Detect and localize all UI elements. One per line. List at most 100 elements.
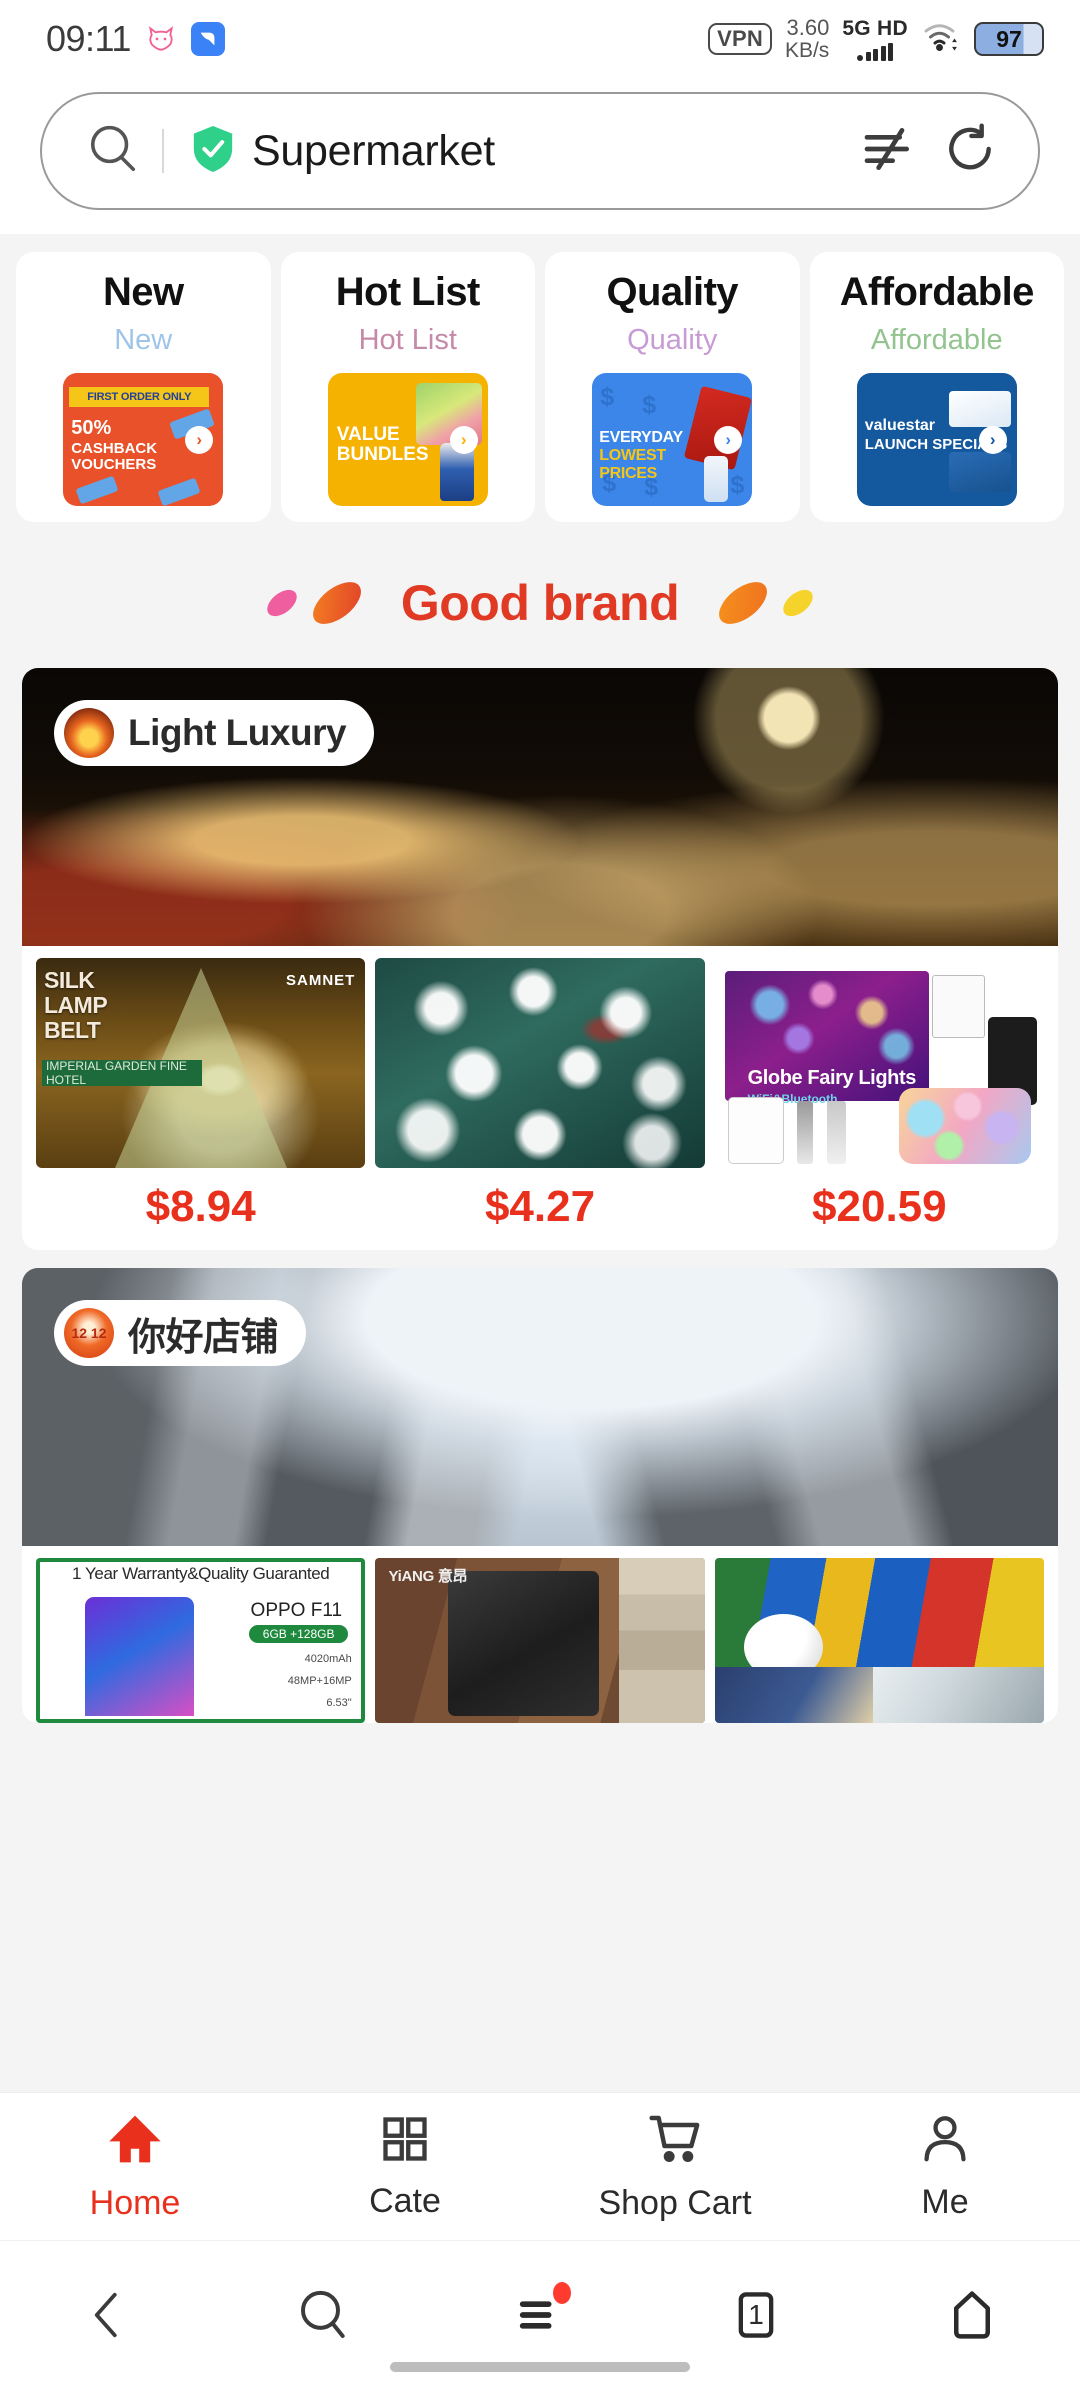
promo-line1: 50% <box>71 417 112 439</box>
store-card-nihao[interactable]: 12 12 你好店铺 1 Year Warranty&Quality Guara… <box>22 1268 1058 1723</box>
category-promo-image: valuestar LAUNCH SPECIALS › <box>856 373 1017 506</box>
status-bar-left: 09:11 <box>46 18 225 60</box>
category-subtitle: Quality <box>627 324 718 356</box>
net-speed-value: 3.60 <box>786 15 830 41</box>
product-image <box>375 958 705 1168</box>
search-bar[interactable]: Supermarket <box>40 92 1040 210</box>
product-brand-text: YiANG 意昂 <box>388 1567 468 1585</box>
net-speed-unit: KB/s <box>784 38 830 62</box>
filter-lines-icon[interactable] <box>860 121 916 182</box>
nav-tabs-button[interactable]: 1 <box>701 2270 811 2360</box>
product-row: SILK LAMP BELT SAMNET IMPERIAL GARDEN FI… <box>22 946 1058 1250</box>
search-divider <box>162 129 164 173</box>
promo-arrow-icon[interactable]: › <box>978 425 1007 454</box>
category-promo-image: $ $ $ $ $ EVERYDAY LOWEST PRICES › <box>592 373 753 506</box>
nav-menu-button[interactable] <box>485 2270 595 2360</box>
product-spec2: 48MP+16MP <box>287 1675 352 1688</box>
promo-arrow-icon[interactable]: › <box>449 425 478 454</box>
product-price: $20.59 <box>812 1182 947 1231</box>
vpn-badge: VPN <box>708 23 772 55</box>
bluebird-app-icon <box>190 22 225 56</box>
status-time: 09:11 <box>46 18 131 59</box>
tab-label: Me <box>921 2182 969 2221</box>
battery-indicator: 97 <box>974 22 1044 56</box>
network-type-label: 5G HD <box>842 17 908 40</box>
category-card-quality[interactable]: Quality Quality $ $ $ $ $ EVERYDAY LOWES… <box>545 252 800 522</box>
decor-ellipse-yellow-icon <box>778 584 818 622</box>
product-name-text: Globe Fairy Lights <box>747 1067 917 1090</box>
cat-notification-icon <box>145 23 177 55</box>
category-title: Affordable <box>839 270 1035 314</box>
product-item[interactable] <box>714 1558 1044 1723</box>
store-banner[interactable]: Light Luxury <box>22 668 1058 946</box>
store-banner[interactable]: 12 12 你好店铺 <box>22 1268 1058 1546</box>
refresh-icon[interactable] <box>942 121 998 182</box>
green-shield-check-icon <box>190 124 236 179</box>
tab-shop-cart[interactable]: Shop Cart <box>540 2111 810 2223</box>
promo-line1: EVERYDAY <box>599 429 683 446</box>
product-item[interactable]: $4.27 <box>375 958 705 1250</box>
category-title: Quality <box>606 270 739 314</box>
cart-icon <box>647 2111 703 2172</box>
category-subtitle: Hot List <box>358 324 457 356</box>
good-brand-section-header: Good brand <box>0 522 1080 668</box>
store-name-chip[interactable]: Light Luxury <box>54 700 375 766</box>
nav-home-button[interactable] <box>917 2270 1027 2360</box>
cellular-signal: 5G HD <box>842 17 908 61</box>
product-item[interactable]: 1 Year Warranty&Quality Guaranted OPPO F… <box>36 1558 366 1723</box>
nav-tabs-count: 1 <box>748 2298 764 2330</box>
store-name: 你好店铺 <box>128 1316 279 1359</box>
tab-cate[interactable]: Cate <box>270 2113 540 2221</box>
status-bar: 09:11 VPN 3.60 KB/s 5G HD 97 <box>0 0 1080 78</box>
category-card-hot-list[interactable]: Hot List Hot List VALUE BUNDLES › <box>280 252 535 522</box>
tab-label: Shop Cart <box>598 2183 752 2222</box>
signal-bars-icon <box>857 43 894 61</box>
nav-back-button[interactable] <box>53 2270 163 2360</box>
section-title: Good brand <box>400 575 680 631</box>
promo-arrow-icon[interactable]: › <box>185 425 214 454</box>
search-icon[interactable] <box>86 122 140 181</box>
tab-me[interactable]: Me <box>810 2112 1080 2222</box>
gesture-bar <box>390 2362 690 2372</box>
store-name-chip[interactable]: 12 12 你好店铺 <box>54 1300 307 1366</box>
product-brand-text: SAMNET <box>285 972 356 989</box>
product-price: $8.94 <box>145 1182 256 1231</box>
category-card-row: New New FIRST ORDER ONLY 50% CASHBACK VO… <box>0 234 1080 522</box>
search-bar-container: Supermarket <box>0 78 1080 234</box>
nav-search-button[interactable] <box>269 2270 379 2360</box>
product-price: $4.27 <box>484 1182 596 1231</box>
category-subtitle: Affordable <box>870 324 1003 356</box>
person-icon <box>918 2112 972 2171</box>
store-avatar: 12 12 <box>64 1308 114 1358</box>
product-storage-text: 6GB +128GB <box>248 1624 349 1643</box>
grid-icon <box>379 2113 431 2170</box>
promo-line2: LOWEST <box>599 447 666 464</box>
tab-label: Cate <box>369 2181 441 2220</box>
bottom-tab-bar: Home Cate Shop Cart Me <box>0 2092 1080 2240</box>
category-card-affordable[interactable]: Affordable Affordable valuestar LAUNCH S… <box>809 252 1064 522</box>
promo-ribbon-text: FIRST ORDER ONLY <box>69 387 210 407</box>
product-image: SILK LAMP BELT SAMNET IMPERIAL GARDEN FI… <box>36 958 366 1168</box>
menu-notification-badge-icon <box>553 2281 571 2304</box>
product-item[interactable]: YiANG 意昂 <box>375 1558 705 1723</box>
store-card-light-luxury[interactable]: Light Luxury SILK LAMP BELT SAMNET IMPER… <box>22 668 1058 1250</box>
category-title: Hot List <box>335 270 481 314</box>
search-query-text[interactable]: Supermarket <box>252 127 834 176</box>
category-promo-image: FIRST ORDER ONLY 50% CASHBACK VOUCHERS › <box>63 373 224 506</box>
promo-arrow-icon[interactable]: › <box>714 425 743 454</box>
store-name: Light Luxury <box>128 712 347 753</box>
tab-home[interactable]: Home <box>0 2111 270 2223</box>
wifi-icon <box>921 22 961 57</box>
store-avatar <box>64 708 114 758</box>
decor-ellipse-orange2-icon <box>711 573 775 633</box>
status-bar-right: VPN 3.60 KB/s 5G HD 97 <box>708 15 1044 62</box>
product-spec1: 4020mAh <box>304 1653 352 1666</box>
category-promo-image: VALUE BUNDLES › <box>327 373 488 506</box>
network-speed: 3.60 KB/s <box>784 15 830 62</box>
tab-label: Home <box>89 2183 181 2222</box>
category-card-new[interactable]: New New FIRST ORDER ONLY 50% CASHBACK VO… <box>16 252 271 522</box>
product-item[interactable]: SILK LAMP BELT SAMNET IMPERIAL GARDEN FI… <box>36 958 366 1250</box>
category-subtitle: New <box>114 324 173 356</box>
store-badge-text: 12 12 <box>64 1308 114 1358</box>
product-item[interactable]: Globe Fairy Lights WiFi&Bluetooth $20.59 <box>714 958 1044 1250</box>
